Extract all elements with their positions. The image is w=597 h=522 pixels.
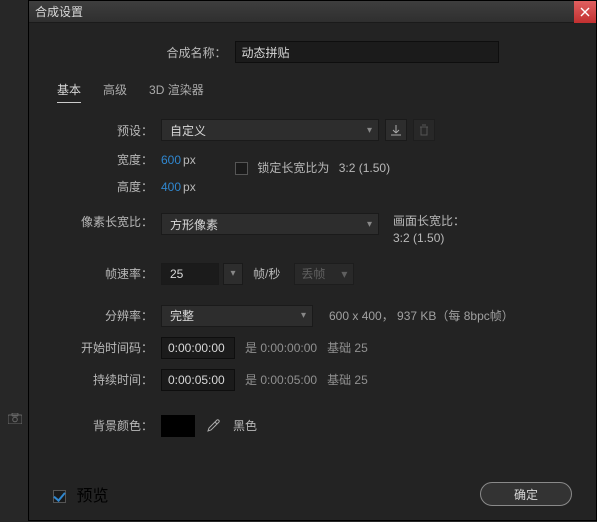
- par-dropdown[interactable]: 方形像素 ▾: [161, 213, 379, 235]
- resolution-value: 完整: [170, 307, 194, 324]
- bgcolor-label: 背景颜色：: [53, 417, 153, 434]
- save-icon: [390, 124, 402, 136]
- chevron-down-icon: ▾: [341, 267, 347, 281]
- frame-aspect-label: 画面长宽比：: [393, 213, 465, 230]
- height-unit: px: [183, 180, 196, 194]
- height-label: 高度：: [53, 178, 153, 195]
- preset-label: 预设：: [53, 122, 153, 139]
- composition-settings-dialog: 合成设置 合成名称： 基本 高级 3D 渲染器 预设： 自定义 ▾: [28, 0, 597, 521]
- width-label: 宽度：: [53, 151, 153, 168]
- chevron-down-icon: ▾: [230, 268, 235, 279]
- duration-input[interactable]: [161, 369, 235, 391]
- preview-checkbox[interactable]: [53, 490, 66, 503]
- eyedropper-icon: [206, 419, 220, 433]
- dialog-title: 合成设置: [35, 3, 83, 20]
- camera-icon: [8, 413, 22, 424]
- duration-label: 持续时间：: [53, 371, 153, 388]
- chevron-down-icon: ▾: [367, 125, 372, 136]
- preview-label: 预览: [76, 488, 108, 505]
- framerate-value: 25: [170, 267, 183, 281]
- width-value[interactable]: 600: [161, 153, 181, 167]
- bgcolor-swatch[interactable]: [161, 415, 195, 437]
- duration-note1: 是 0:00:05:00: [245, 371, 317, 388]
- trash-icon: [418, 124, 430, 136]
- framerate-input[interactable]: 25: [161, 263, 219, 285]
- comp-name-label: 合成名称：: [127, 44, 227, 61]
- tab-basic[interactable]: 基本: [57, 81, 81, 103]
- duration-note2: 基础 25: [327, 371, 368, 388]
- start-timecode-note2: 基础 25: [327, 339, 368, 356]
- comp-name-input[interactable]: [235, 41, 499, 63]
- width-unit: px: [183, 153, 196, 167]
- bgcolor-name: 黑色: [233, 417, 257, 434]
- resolution-label: 分辨率：: [53, 307, 153, 324]
- chevron-down-icon: ▾: [367, 219, 372, 230]
- start-timecode-note1: 是 0:00:00:00: [245, 339, 317, 356]
- dropframe-dropdown[interactable]: 丢帧 ▾: [294, 263, 354, 285]
- close-icon: [580, 7, 590, 17]
- framerate-unit: 帧/秒: [253, 265, 280, 282]
- eyedropper-button[interactable]: [203, 416, 223, 436]
- par-label: 像素长宽比：: [53, 213, 153, 230]
- preset-dropdown[interactable]: 自定义 ▾: [161, 119, 379, 141]
- start-timecode-label: 开始时间码：: [53, 339, 153, 356]
- tab-advanced[interactable]: 高级: [103, 81, 127, 103]
- lock-aspect-ratio: 3:2 (1.50): [339, 161, 390, 175]
- delete-preset-button[interactable]: [413, 119, 435, 141]
- height-value[interactable]: 400: [161, 180, 181, 194]
- close-button[interactable]: [574, 1, 596, 23]
- framerate-dropdown-toggle[interactable]: ▾: [223, 263, 243, 285]
- tab-3d-renderer[interactable]: 3D 渲染器: [149, 81, 204, 103]
- tabs: 基本 高级 3D 渲染器: [57, 81, 572, 103]
- resolution-dropdown[interactable]: 完整 ▾: [161, 305, 313, 327]
- framerate-label: 帧速率：: [53, 265, 153, 282]
- lock-aspect-label: 锁定长宽比为: [257, 161, 329, 175]
- start-timecode-input[interactable]: [161, 337, 235, 359]
- save-preset-button[interactable]: [385, 119, 407, 141]
- frame-aspect-ratio: 3:2 (1.50): [393, 230, 465, 247]
- par-value: 方形像素: [170, 216, 218, 233]
- ok-button[interactable]: 确定: [480, 482, 572, 506]
- preset-value: 自定义: [170, 122, 206, 139]
- resolution-note: 600 x 400， 937 KB（每 8bpc帧）: [329, 307, 514, 324]
- dropframe-value: 丢帧: [301, 265, 325, 282]
- title-bar: 合成设置: [29, 1, 596, 23]
- chevron-down-icon: ▾: [301, 310, 306, 321]
- lock-aspect-checkbox[interactable]: [235, 162, 248, 175]
